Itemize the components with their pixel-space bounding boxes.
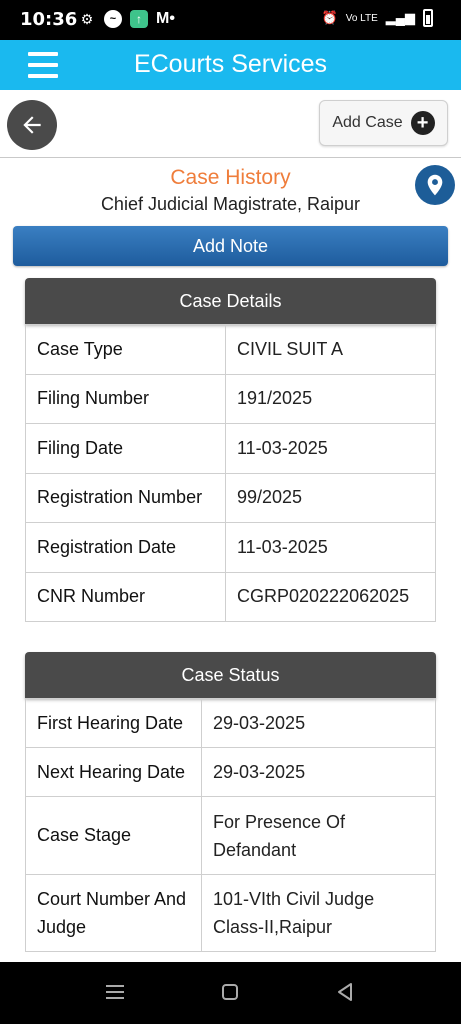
system-nav-bar [0,962,461,1024]
notification-icons: ⚙ ~ ↑ M• [78,10,175,28]
row-label: Registration Number [25,472,226,523]
table-row: CNR Number CGRP020222062025 [25,571,436,622]
case-details-table: Case Type CIVIL SUIT A Filing Number 191… [25,324,436,622]
table-row: Case Type CIVIL SUIT A [25,324,436,375]
battery-icon [423,9,433,27]
row-label: Court Number And Judge [25,874,202,952]
case-status-header: Case Status [25,652,436,698]
system-icons: ⏰ Vo LTE ▂▄▆ [322,9,433,27]
location-button[interactable] [415,165,455,205]
network-label: Vo LTE [345,12,378,24]
row-value: 11-03-2025 [225,423,436,474]
row-value: CGRP020222062025 [225,571,436,622]
row-label: Next Hearing Date [25,747,202,797]
toolbar: Add Case + [0,90,461,158]
row-label: Filing Number [25,373,226,424]
add-case-label: Add Case [332,114,403,131]
map-pin-icon [427,174,443,196]
table-row: Registration Date 11-03-2025 [25,522,436,573]
messenger-icon: ~ [104,10,122,28]
table-row: Filing Number 191/2025 [25,373,436,424]
row-value: 101-VIth Civil Judge Class-II,Raipur [201,874,436,952]
back-button[interactable] [7,100,57,150]
arrow-left-icon [23,116,41,134]
recent-apps-icon[interactable] [106,985,124,999]
add-note-button[interactable]: Add Note [13,226,448,266]
table-row: Registration Number 99/2025 [25,472,436,523]
gmail-icon: M• [156,10,175,27]
court-name: Chief Judicial Magistrate, Raipur [100,194,361,214]
row-value: For Presence Of Defandant [201,796,436,875]
signal-icon: ▂▄▆ [385,10,415,25]
page-title: Case History [170,166,291,189]
home-icon[interactable] [222,984,238,1000]
case-status-table: First Hearing Date 29-03-2025 Next Heari… [25,698,436,952]
row-value: 99/2025 [225,472,436,523]
add-case-button[interactable]: Add Case + [319,100,448,146]
row-value: 29-03-2025 [201,698,436,748]
case-details-header: Case Details [25,278,436,324]
row-value: 11-03-2025 [225,522,436,573]
app-bar: ECourts Services [0,40,461,90]
gear-icon: ⚙ [80,10,94,27]
row-label: Registration Date [25,522,226,573]
alarm-icon: ⏰ [321,10,338,25]
row-value: 29-03-2025 [201,747,436,797]
row-value: 191/2025 [225,373,436,424]
row-label: CNR Number [25,571,226,622]
back-triangle-icon[interactable] [336,982,354,1002]
app-notification-icon: ↑ [130,10,148,28]
table-row: Case Stage For Presence Of Defandant [25,796,436,875]
row-label: Case Stage [25,796,202,875]
status-time: 10:36 [20,9,78,30]
row-label: Filing Date [25,423,226,474]
row-label: Case Type [25,324,226,375]
row-label: First Hearing Date [25,698,202,748]
table-row: Court Number And Judge 101-VIth Civil Ju… [25,874,436,952]
app-title: ECourts Services [133,50,328,78]
table-row: Next Hearing Date 29-03-2025 [25,747,436,797]
row-value: CIVIL SUIT A [225,324,436,375]
table-row: First Hearing Date 29-03-2025 [25,698,436,748]
table-row: Filing Date 11-03-2025 [25,423,436,474]
status-bar: 10:36 ⚙ ~ ↑ M• ⏰ Vo LTE ▂▄▆ [0,0,461,40]
plus-circle-icon: + [410,111,435,135]
